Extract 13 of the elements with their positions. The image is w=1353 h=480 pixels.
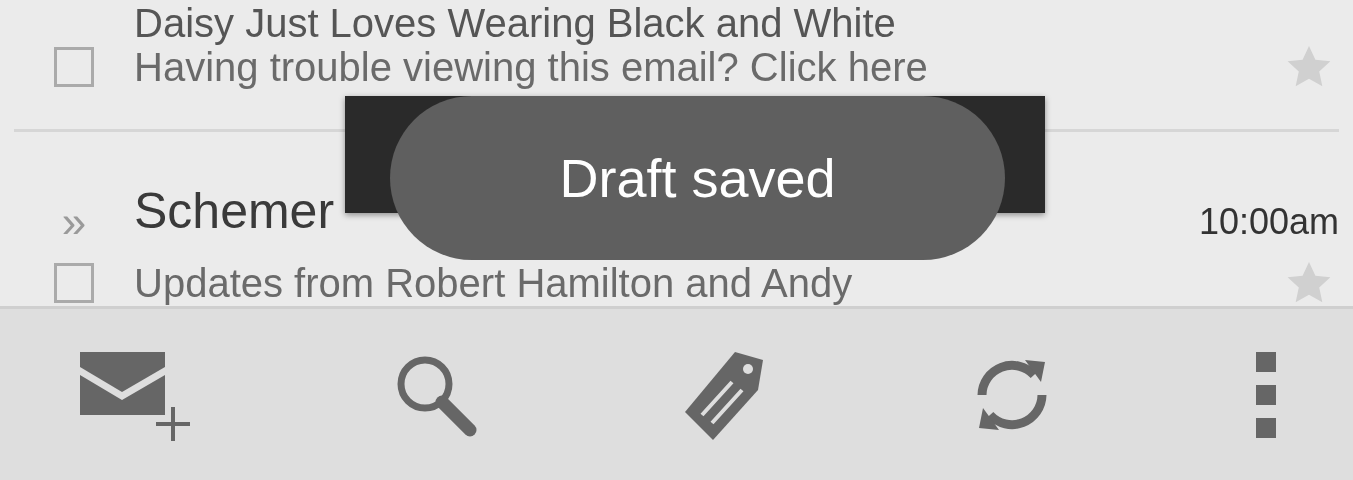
sender-text: Schemer xyxy=(134,182,335,240)
subject-text: Daisy Just Loves Wearing Black and White xyxy=(134,0,896,46)
time-text: 10:00am xyxy=(1198,201,1339,244)
importance-marker: » xyxy=(61,200,87,245)
snippet-text: Having trouble viewing this email? Click here xyxy=(134,46,928,88)
checkbox[interactable] xyxy=(54,47,94,87)
star-icon[interactable] xyxy=(1287,46,1331,88)
toast-text: Draft saved xyxy=(559,147,836,209)
star-icon[interactable] xyxy=(1287,262,1331,304)
checkbox[interactable] xyxy=(54,263,94,303)
overflow-menu-icon xyxy=(1254,349,1278,440)
snippet-text: Updates from Robert Hamilton and Andy xyxy=(134,262,853,304)
overflow-button[interactable] xyxy=(1254,349,1278,440)
